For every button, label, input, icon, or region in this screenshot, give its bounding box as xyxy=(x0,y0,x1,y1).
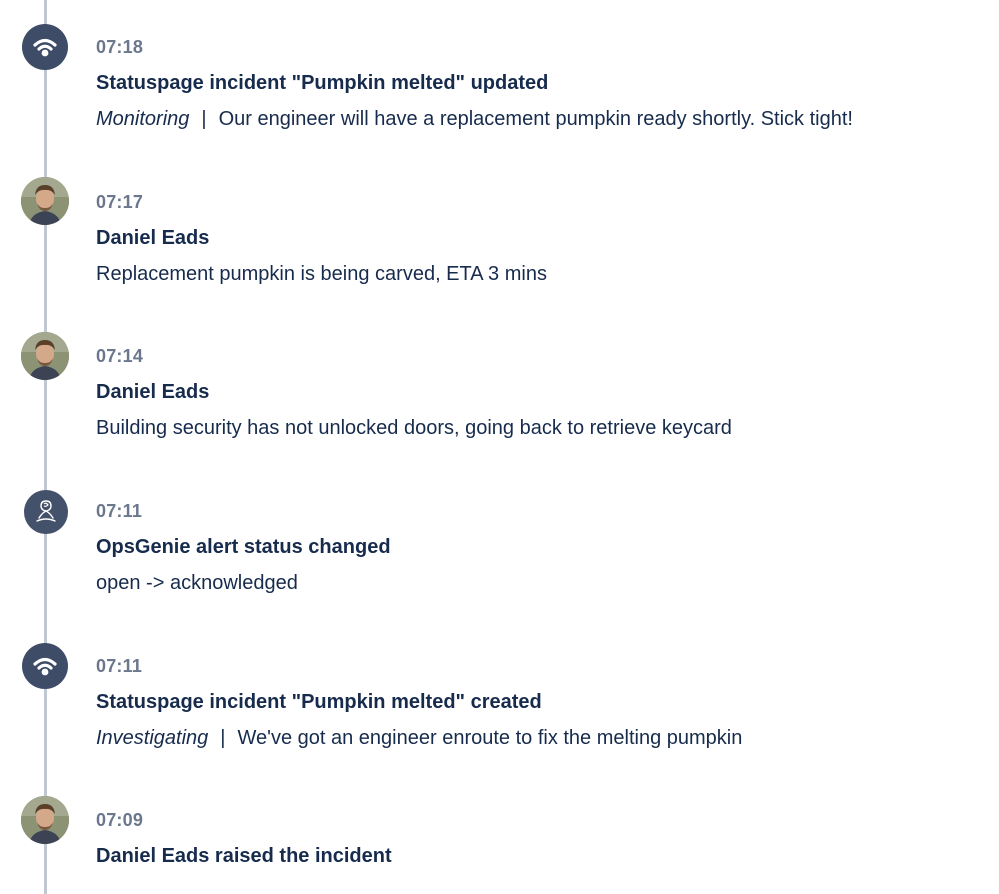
event-message: Building security has not unlocked doors… xyxy=(96,417,732,439)
event-title: Daniel Eads raised the incident xyxy=(96,845,392,867)
event-message: open -> acknowledged xyxy=(96,572,298,594)
event-time: 07:17 xyxy=(96,192,144,212)
avatar xyxy=(21,796,69,844)
event-title: Daniel Eads xyxy=(96,381,210,403)
incident-timeline: 07:18 Statuspage incident "Pumpkin melte… xyxy=(0,0,999,894)
event-title: Statuspage incident "Pumpkin melted" cre… xyxy=(96,691,542,713)
event-body: Investigating | We've got an engineer enro… xyxy=(96,725,742,751)
status-label: Monitoring xyxy=(96,108,190,130)
event-message: Our engineer will have a replacement pum… xyxy=(218,108,853,130)
event-time: 07:11 xyxy=(96,656,143,676)
event-body: Monitoring | Our engineer will have a repl… xyxy=(96,106,853,132)
event-time: 07:18 xyxy=(96,37,144,57)
separator: | xyxy=(201,108,207,130)
broadcast-icon xyxy=(22,24,68,70)
event-message: Replacement pumpkin is being carved, ETA… xyxy=(96,263,547,285)
event-title: Daniel Eads xyxy=(96,227,210,249)
event-title: Statuspage incident "Pumpkin melted" upd… xyxy=(96,72,549,94)
separator: | xyxy=(220,727,226,749)
event-time: 07:14 xyxy=(96,346,144,366)
timeline-line xyxy=(44,0,47,894)
event-message: We've got an engineer enroute to fix the… xyxy=(237,727,743,749)
broadcast-icon xyxy=(22,643,68,689)
event-title: OpsGenie alert status changed xyxy=(96,536,391,558)
event-time: 07:11 xyxy=(96,501,143,521)
avatar xyxy=(21,332,69,380)
avatar xyxy=(21,177,69,225)
opsgenie-icon xyxy=(24,490,68,534)
event-time: 07:09 xyxy=(96,810,144,830)
status-label: Investigating xyxy=(96,727,209,749)
